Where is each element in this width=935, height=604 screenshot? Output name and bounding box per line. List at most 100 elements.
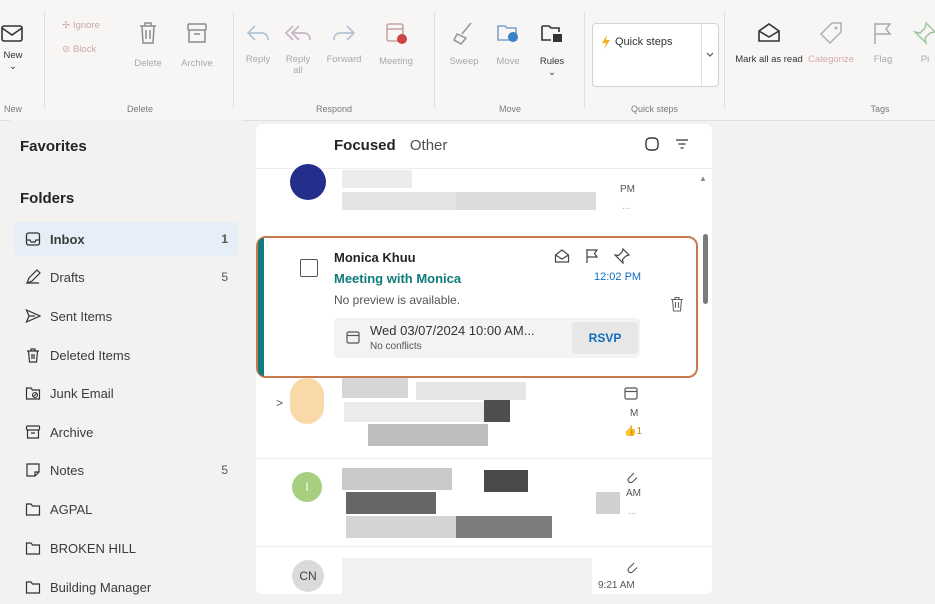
new-chevron[interactable]: ⌄	[0, 61, 30, 72]
avatar: CN	[292, 560, 324, 592]
pin-icon[interactable]	[614, 248, 630, 264]
delete-icon[interactable]	[670, 296, 684, 312]
message-time: 12:02 PM	[594, 271, 642, 283]
mark-all-read-button[interactable]: Mark all as read	[734, 20, 804, 66]
folder-label: Drafts	[50, 269, 85, 285]
list-divider	[256, 458, 712, 459]
redacted-block	[484, 400, 510, 422]
ignore-icon: ✢	[62, 20, 70, 31]
redacted-block	[342, 378, 408, 398]
attachment-icon	[627, 472, 638, 484]
redacted-block	[456, 192, 596, 210]
calendar-icon	[624, 387, 638, 400]
respond-group-label: Respond	[315, 104, 353, 114]
folder-label: Sent Items	[50, 308, 113, 324]
unread-count: 1	[221, 232, 228, 246]
pin-button[interactable]: Pi	[910, 20, 935, 65]
folder-label: Notes	[50, 462, 84, 478]
ribbon-divider	[724, 12, 725, 108]
junk-icon	[24, 384, 42, 402]
rules-chevron[interactable]: ⌄	[532, 67, 572, 78]
avatar	[290, 164, 326, 200]
redacted-block	[368, 424, 488, 446]
inbox-tabs: Focused Other	[334, 137, 447, 154]
quick-steps-chevron[interactable]	[701, 24, 718, 86]
meeting-button[interactable]: Meeting	[372, 20, 420, 67]
meeting-label: Meeting	[379, 56, 413, 67]
folder-building-manager[interactable]: Building Manager	[14, 570, 238, 604]
selected-message-card[interactable]: Monica Khuu Meeting with Monica No previ…	[256, 236, 698, 378]
redacted-block	[346, 492, 436, 514]
rules-button[interactable]: Rules ⌄	[532, 20, 572, 78]
folder-archive[interactable]: Archive	[14, 415, 238, 449]
hover-actions	[554, 248, 630, 264]
ignore-button[interactable]: ✢ Ignore	[62, 20, 100, 31]
block-button[interactable]: ⊘ Block	[62, 44, 96, 55]
folder-drafts[interactable]: Drafts 5	[14, 260, 238, 294]
delete-button[interactable]: Delete	[128, 20, 168, 69]
categorize-button[interactable]: Categorize	[802, 20, 860, 65]
move-label: Move	[496, 56, 520, 67]
scrollbar-thumb[interactable]	[703, 234, 708, 304]
expand-chevron[interactable]: >	[276, 396, 283, 410]
tags-group-label: Tags	[870, 104, 890, 114]
redacted-block	[342, 170, 412, 188]
folder-sent[interactable]: Sent Items	[14, 299, 238, 333]
flag-icon	[874, 23, 892, 44]
redacted-block	[596, 492, 620, 514]
flag-button[interactable]: Flag	[866, 20, 900, 65]
filter-icon[interactable]	[674, 136, 690, 152]
redacted-block	[342, 558, 592, 594]
message-time: M	[630, 408, 639, 419]
select-mode-icon[interactable]	[644, 136, 660, 152]
categorize-label: Categorize	[808, 54, 854, 65]
redacted-block	[484, 470, 528, 492]
reply-all-label: Reply all	[285, 54, 311, 76]
lightning-icon	[602, 35, 610, 49]
tab-other[interactable]: Other	[410, 137, 448, 154]
folder-pane: Favorites Folders Inbox 1 Drafts 5 Sent …	[10, 120, 242, 595]
reply-button[interactable]: Reply	[240, 22, 276, 65]
rsvp-button[interactable]: RSVP	[572, 322, 638, 354]
folder-icon	[24, 539, 42, 557]
tab-focused[interactable]: Focused	[334, 137, 396, 154]
delete-icon	[140, 22, 156, 44]
folder-label: Junk Email	[50, 385, 114, 401]
folder-broken-hill[interactable]: BROKEN HILL	[14, 531, 238, 565]
pin-label: Pi	[920, 54, 930, 65]
more-indicator: ...	[622, 201, 631, 212]
trash-icon	[24, 346, 42, 364]
chevron-down-icon	[706, 52, 714, 57]
sweep-icon	[452, 22, 472, 46]
move-group: Sweep Move Rules ⌄ Move	[440, 8, 580, 118]
folder-label: Building Manager	[50, 579, 152, 595]
move-button[interactable]: Move	[488, 20, 528, 67]
sweep-button[interactable]: Sweep	[444, 20, 484, 67]
ribbon-divider	[44, 12, 45, 108]
mark-read-icon[interactable]	[554, 248, 570, 264]
message-time: PM	[620, 184, 635, 195]
redacted-block	[344, 402, 484, 422]
archive-label: Archive	[181, 58, 213, 69]
forward-icon	[333, 25, 356, 41]
folder-label: Inbox	[50, 231, 85, 247]
message-time: AM	[626, 488, 641, 499]
folder-inbox[interactable]: Inbox 1	[14, 222, 238, 256]
folder-notes[interactable]: Notes 5	[14, 453, 238, 487]
scroll-up-icon[interactable]: ▲	[699, 174, 707, 183]
calendar-icon	[346, 331, 360, 344]
forward-button[interactable]: Forward	[322, 22, 366, 65]
folder-label: Deleted Items	[50, 347, 131, 363]
favorites-heading[interactable]: Favorites	[20, 138, 87, 155]
quick-steps-box[interactable]: Quick steps	[592, 23, 719, 87]
new-mail-button[interactable]: New ⌄	[0, 22, 30, 72]
folder-deleted[interactable]: Deleted Items	[14, 338, 238, 372]
folder-agpal[interactable]: AGPAL	[14, 492, 238, 526]
message-checkbox[interactable]	[300, 259, 318, 277]
folder-junk[interactable]: Junk Email	[14, 376, 238, 410]
archive-button[interactable]: Archive	[174, 20, 220, 69]
flag-icon[interactable]	[584, 248, 600, 264]
reply-all-button[interactable]: Reply all	[280, 22, 316, 76]
folders-heading[interactable]: Folders	[20, 190, 74, 207]
tags-group: Mark all as read Categorize Flag Pi Tags	[730, 8, 935, 118]
